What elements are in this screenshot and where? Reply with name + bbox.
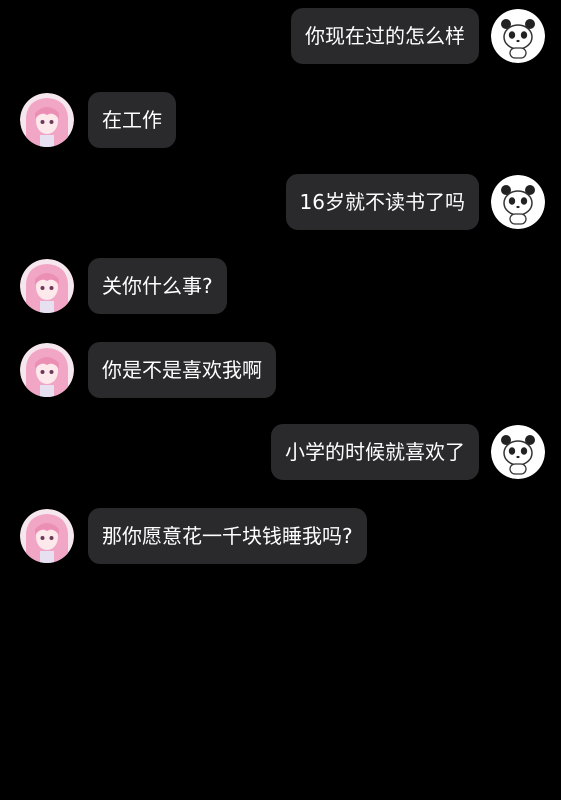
message-bubble[interactable]: 在工作: [88, 92, 176, 148]
pink-hair-avatar-icon[interactable]: [20, 509, 74, 563]
message-incoming: 那你愿意花一千块钱睡我吗?: [20, 508, 367, 564]
message-bubble[interactable]: 你是不是喜欢我啊: [88, 342, 276, 398]
pink-hair-avatar-icon[interactable]: [20, 93, 74, 147]
message-bubble[interactable]: 那你愿意花一千块钱睡我吗?: [88, 508, 367, 564]
message-bubble[interactable]: 16岁就不读书了吗: [285, 174, 479, 230]
message-bubble[interactable]: 小学的时候就喜欢了: [271, 424, 479, 480]
message-bubble[interactable]: 关你什么事?: [88, 258, 227, 314]
pink-hair-avatar-icon[interactable]: [20, 343, 74, 397]
message-outgoing: 小学的时候就喜欢了: [271, 424, 545, 480]
chat-thread: 你现在过的怎么样 在工作 16岁就不读书了吗 关你什么事? 你是不是喜欢我啊 小…: [0, 0, 561, 800]
message-incoming: 关你什么事?: [20, 258, 227, 314]
message-outgoing: 16岁就不读书了吗: [285, 174, 545, 230]
panda-avatar-icon[interactable]: [491, 175, 545, 229]
message-bubble[interactable]: 你现在过的怎么样: [291, 8, 479, 64]
panda-avatar-icon[interactable]: [491, 9, 545, 63]
message-outgoing: 你现在过的怎么样: [291, 8, 545, 64]
message-incoming: 你是不是喜欢我啊: [20, 342, 276, 398]
pink-hair-avatar-icon[interactable]: [20, 259, 74, 313]
panda-avatar-icon[interactable]: [491, 425, 545, 479]
message-incoming: 在工作: [20, 92, 176, 148]
